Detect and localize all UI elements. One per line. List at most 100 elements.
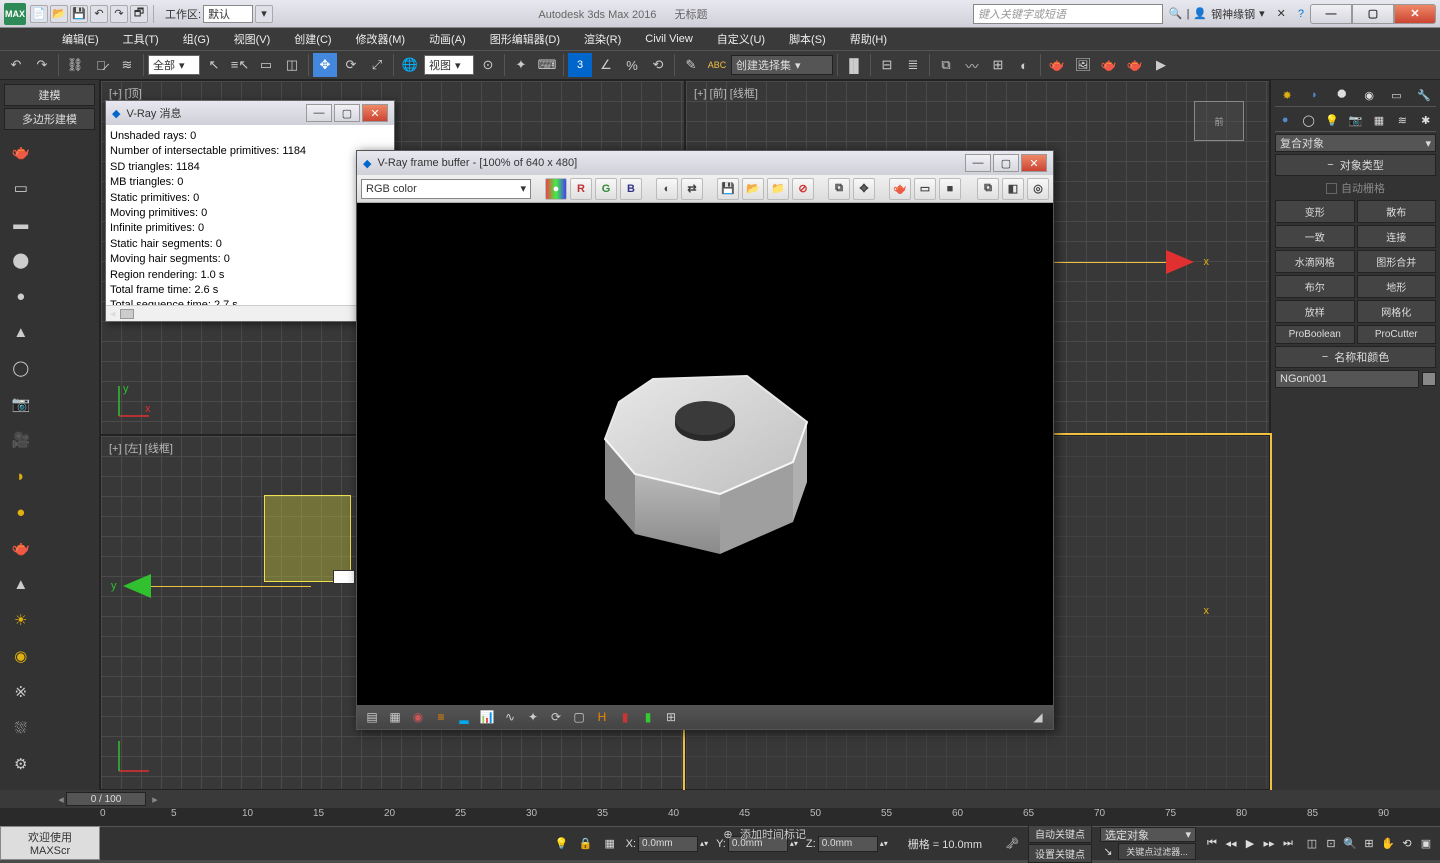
time-ruler[interactable]: 0510152025303540455055606570758085909510… [0, 808, 1440, 826]
btn-proboolean[interactable]: ProBoolean [1275, 325, 1355, 344]
object-color-swatch[interactable] [1422, 372, 1436, 386]
autogrid-checkbox[interactable]: 自动栅格 [1275, 178, 1436, 198]
cylinder-preset-icon[interactable]: ⬤ [9, 248, 33, 272]
save-icon[interactable]: 💾 [70, 5, 88, 23]
dome-icon[interactable]: ◗ [9, 464, 33, 488]
teapot-preset-icon[interactable]: 🫖 [9, 140, 33, 164]
link-button[interactable]: ⛓ [63, 53, 87, 77]
lock-icon[interactable]: 🔒 [578, 836, 594, 852]
vfb-b14-icon[interactable]: ⊞ [662, 708, 680, 726]
vfb-lens-icon[interactable]: ◎ [1027, 178, 1049, 200]
menu-animation[interactable]: 动画(A) [417, 28, 478, 50]
menu-edit[interactable]: 编辑(E) [50, 28, 111, 50]
teapot2-icon[interactable]: 🫖 [9, 536, 33, 560]
curve-editor-icon[interactable]: 〰 [960, 53, 984, 77]
select-object-icon[interactable]: ↖ [202, 53, 226, 77]
key-mode-combo[interactable]: 选定对象▾ [1100, 827, 1196, 842]
key-filters-button[interactable]: 关键点过滤器... [1118, 843, 1196, 860]
vfb-g-button[interactable]: G [595, 178, 617, 200]
welcome-panel[interactable]: 欢迎使用 MAXScr [0, 826, 100, 860]
vfb-resize-grip[interactable]: ◢ [1029, 708, 1047, 726]
snap-toggle-icon[interactable]: 3 [568, 53, 592, 77]
workspace-combo[interactable]: 默认 [203, 5, 253, 23]
modeling-tab[interactable]: 建模 [4, 84, 95, 106]
exchange-icon[interactable]: ✕ [1277, 7, 1286, 20]
vfb-b6-icon[interactable]: 📊 [478, 708, 496, 726]
utilities-tab-icon[interactable]: 🔧 [1416, 87, 1432, 103]
btn-terrain[interactable]: 地形 [1357, 275, 1437, 298]
edit-named-sel-icon[interactable]: ✎ [679, 53, 703, 77]
unlink-button[interactable]: ⛓̷ [89, 53, 113, 77]
cameras-cat-icon[interactable]: 📷 [1347, 112, 1363, 128]
btn-loft[interactable]: 放样 [1275, 300, 1355, 323]
setkey-button[interactable]: 设置关键点 [1028, 844, 1092, 863]
vfb-b7-icon[interactable]: ∿ [501, 708, 519, 726]
vfb-render-icon[interactable]: 🫖 [889, 178, 911, 200]
play-icon[interactable]: ▶ [1242, 836, 1258, 852]
vfb-b9-icon[interactable]: ⟳ [547, 708, 565, 726]
sphere-preset-icon[interactable]: ● [9, 284, 33, 308]
key-tangent-icon[interactable]: ↘ [1100, 844, 1116, 860]
btn-connect[interactable]: 连接 [1357, 225, 1437, 248]
goto-end-icon[interactable]: ⏭ [1280, 836, 1296, 852]
minimize-button[interactable]: — [1310, 4, 1352, 24]
select-rotate-icon[interactable]: ⟳ [339, 53, 363, 77]
menu-modifiers[interactable]: 修改器(M) [344, 28, 418, 50]
coord-display-icon[interactable]: ▦ [602, 836, 618, 852]
menu-civilview[interactable]: Civil View [633, 28, 704, 50]
vfb-swap-icon[interactable]: ⇄ [681, 178, 703, 200]
poly-modeling-tab[interactable]: 多边形建模 [4, 108, 95, 130]
ref-coord-icon[interactable]: 🌐 [398, 53, 422, 77]
vfb-track-icon[interactable]: ✥ [853, 178, 875, 200]
link-icon[interactable]: 🗗 [130, 5, 148, 23]
time-slider-knob[interactable]: 0 / 100 [66, 792, 146, 806]
object-type-rollout[interactable]: −对象类型 [1275, 154, 1436, 176]
named-selection-combo[interactable]: 创建选择集▾ [731, 55, 833, 75]
open-icon[interactable]: 📂 [50, 5, 68, 23]
maximize-button[interactable]: ▢ [1352, 4, 1394, 24]
menu-customize[interactable]: 自定义(U) [705, 28, 777, 50]
ref-coord-combo[interactable]: 视图▾ [424, 55, 474, 75]
render-icon[interactable]: ▶ [1149, 53, 1173, 77]
key-icon[interactable]: 🗝 [1004, 836, 1020, 852]
helpers-cat-icon[interactable]: ▦ [1371, 112, 1387, 128]
vfb-b4-icon[interactable]: ≡ [432, 708, 450, 726]
vfb-b3-icon[interactable]: ◉ [409, 708, 427, 726]
hierarchy-tab-icon[interactable]: ⯃ [1334, 87, 1350, 103]
redo-button[interactable]: ↷ [30, 53, 54, 77]
vfb-b13-icon[interactable]: ▮ [639, 708, 657, 726]
vfb-channel-combo[interactable]: RGB color▾ [361, 179, 531, 199]
btn-blobmesh[interactable]: 水滴网格 [1275, 250, 1355, 273]
vray-msg-minimize[interactable]: — [306, 104, 332, 122]
time-slider[interactable]: ◂ 0 / 100 ▸ [0, 790, 1440, 808]
plane-preset-icon[interactable]: ▬ [9, 212, 33, 236]
vfb-save-icon[interactable]: 💾 [717, 178, 739, 200]
shapes-cat-icon[interactable]: ◯ [1301, 112, 1317, 128]
vfb-b10-icon[interactable]: ▢ [570, 708, 588, 726]
angle-snap-icon[interactable]: ∠ [594, 53, 618, 77]
app-logo[interactable]: MAX [4, 3, 26, 25]
select-move-icon[interactable]: ✥ [313, 53, 337, 77]
render-iterative-icon[interactable]: 🫖 [1123, 53, 1147, 77]
systems-cat-icon[interactable]: ✱ [1418, 112, 1434, 128]
vfb-rgb-icon[interactable]: ● [545, 178, 567, 200]
sun-light-icon[interactable]: ☀ [9, 608, 33, 632]
help-icon[interactable]: ? [1298, 8, 1304, 20]
vfb-region-icon[interactable]: ▭ [914, 178, 936, 200]
render-setup-icon[interactable]: 🫖 [1045, 53, 1069, 77]
vfb-close[interactable]: ✕ [1021, 154, 1047, 172]
mirror-icon[interactable]: ▐▌ [842, 53, 866, 77]
btn-shapemerge[interactable]: 图形合并 [1357, 250, 1437, 273]
vfb-b12-icon[interactable]: ▮ [616, 708, 634, 726]
object-name-input[interactable] [1275, 370, 1419, 388]
rain-icon[interactable]: ⛆ [9, 716, 33, 740]
btn-procutter[interactable]: ProCutter [1357, 325, 1437, 344]
vray-msg-log[interactable]: Unshaded rays: 0Number of intersectable … [106, 125, 394, 305]
vfb-cc-icon[interactable]: ◧ [1002, 178, 1024, 200]
material-editor-icon[interactable]: ◐ [1012, 53, 1036, 77]
camera2-preset-icon[interactable]: 🎥 [9, 428, 33, 452]
display-tab-icon[interactable]: ▭ [1388, 87, 1404, 103]
lights-cat-icon[interactable]: 💡 [1324, 112, 1340, 128]
percent-snap-icon[interactable]: % [620, 53, 644, 77]
menu-views[interactable]: 视图(V) [222, 28, 283, 50]
